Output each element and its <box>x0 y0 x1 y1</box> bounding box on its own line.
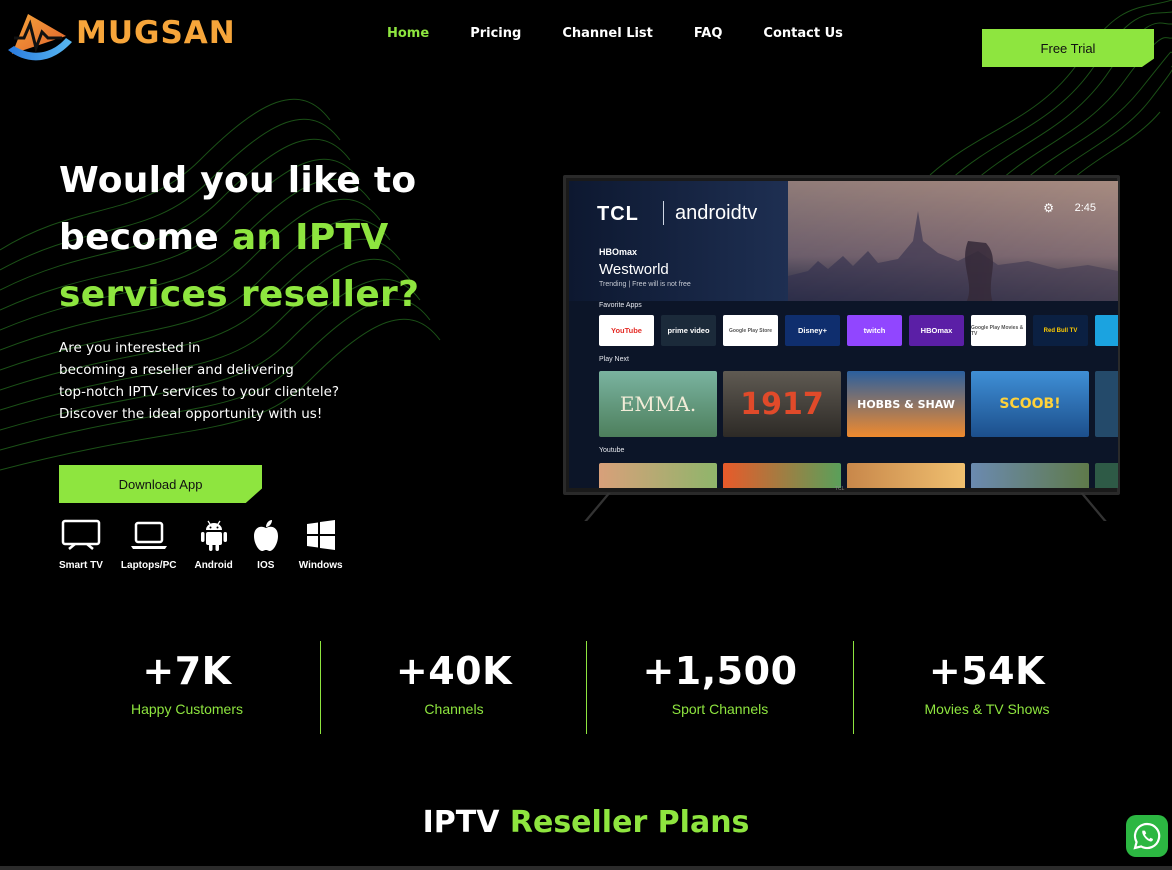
nav-contact-us[interactable]: Contact Us <box>763 26 842 41</box>
tv-section-youtube: Youtube <box>599 447 625 454</box>
tv-bezel-logo: TCL <box>835 486 845 492</box>
stat-label: Movies & TV Shows <box>924 701 1050 717</box>
app-disney-plus: Disney+ <box>785 315 840 346</box>
youtube-thumbnail <box>723 463 841 488</box>
apple-icon <box>253 520 278 551</box>
hero-title-line1: Would you like to <box>59 160 417 201</box>
plans-section-title: IPTV Reseller Plans <box>0 805 1172 840</box>
main-nav: Home Pricing Channel List FAQ Contact Us <box>387 26 884 41</box>
youtube-thumbnail <box>847 463 965 488</box>
youtube-thumbnail <box>599 463 717 488</box>
hero-desc-line: Are you interested in <box>59 340 201 356</box>
hero-desc-line: top-notch IPTV services to your clientel… <box>59 384 340 400</box>
app-youtube: YouTube <box>599 315 654 346</box>
whatsapp-icon <box>1133 822 1161 850</box>
hero-desc-line: Discover the ideal opportunity with us! <box>59 406 323 422</box>
tv-featured-service: HBOmax <box>599 247 638 257</box>
app-partial <box>1095 315 1118 346</box>
play-next-scoob: SCOOB! <box>971 371 1089 437</box>
tv-mockup: TCL androidtv ⚙ 2:45 HBOmax Westworld Tr… <box>563 175 1120 522</box>
hero-title-line2: become <box>59 217 232 258</box>
stat-label: Sport Channels <box>671 701 769 717</box>
stat-channels: +40K Channels <box>321 641 587 734</box>
page-bottom-border <box>0 866 1172 870</box>
tv-section-favorite-apps: Favorite Apps <box>599 302 642 309</box>
tv-divider <box>663 201 664 225</box>
app-hbomax: HBOmax <box>909 315 964 346</box>
platform-laptop: Laptops/PC <box>120 518 177 571</box>
tv-stand-right <box>1051 493 1107 521</box>
play-next-emma: EMMA. <box>599 371 717 437</box>
windows-icon <box>306 520 335 550</box>
nav-channel-list[interactable]: Channel List <box>562 26 653 41</box>
free-trial-button[interactable]: Free Trial <box>982 29 1154 67</box>
logo-mark-icon <box>8 14 72 61</box>
app-red-bull-tv: Red Bull TV <box>1033 315 1088 346</box>
tv-featured-subtitle: Trending | Free will is not free <box>599 281 691 288</box>
platform-label: Windows <box>298 560 343 571</box>
stat-label: Happy Customers <box>130 701 244 717</box>
brand-logo[interactable]: MUGSAN <box>6 6 236 64</box>
stat-label: Channels <box>424 701 484 717</box>
stat-value: +7K <box>142 649 232 693</box>
hero-title: Would you like to become an IPTV service… <box>59 152 529 323</box>
tv-clock: 2:45 <box>1074 202 1096 214</box>
tv-brand: TCL <box>597 203 639 225</box>
platform-android: Android <box>194 518 233 571</box>
play-next-1917: 1917 <box>723 371 841 437</box>
tv-section-play-next: Play Next <box>599 356 629 363</box>
app-prime-video: prime video <box>661 315 716 346</box>
platform-list: Smart TV Laptops/PC Android IOS Windows <box>59 518 361 571</box>
smart-tv-icon <box>61 519 101 550</box>
download-app-button[interactable]: Download App <box>59 465 262 503</box>
city-skyline-image <box>788 211 1118 306</box>
app-google-play-movies: Google Play Movies & TV <box>971 315 1026 346</box>
app-google-play: Google Play Store <box>723 315 778 346</box>
tv-screen: TCL androidtv ⚙ 2:45 HBOmax Westworld Tr… <box>569 181 1118 488</box>
laptop-icon <box>130 521 167 549</box>
gear-icon: ⚙ <box>1043 201 1054 215</box>
brand-name: MUGSAN <box>76 15 236 51</box>
nav-faq[interactable]: FAQ <box>694 26 723 41</box>
stat-sport-channels: +1,500 Sport Channels <box>587 641 853 734</box>
platform-ios: IOS <box>251 518 281 571</box>
youtube-thumbnail <box>971 463 1089 488</box>
tv-stand-left <box>584 493 640 521</box>
stat-value: +54K <box>928 649 1046 693</box>
plans-title-green: Reseller Plans <box>509 805 750 840</box>
tv-frame: TCL androidtv ⚙ 2:45 HBOmax Westworld Tr… <box>563 175 1120 495</box>
tv-os-label: androidtv <box>675 202 758 224</box>
nav-home[interactable]: Home <box>387 26 429 41</box>
stat-movies-tv-shows: +54K Movies & TV Shows <box>854 641 1120 734</box>
plans-title-white: IPTV <box>422 805 510 840</box>
android-icon <box>200 520 227 551</box>
stat-value: +1,500 <box>642 649 798 693</box>
platform-label: Laptops/PC <box>120 560 177 571</box>
stat-happy-customers: +7K Happy Customers <box>54 641 320 734</box>
hero-description: Are you interested in becoming a reselle… <box>59 337 399 425</box>
nav-pricing[interactable]: Pricing <box>470 26 521 41</box>
play-next-hobbs-shaw: HOBBS & SHAW <box>847 371 965 437</box>
youtube-thumbnail <box>1095 463 1118 488</box>
app-twitch: twitch <box>847 315 902 346</box>
hero-title-line2-highlight: an IPTV <box>231 217 389 258</box>
hero-title-line3-highlight: services reseller? <box>59 274 420 315</box>
platform-label: Smart TV <box>59 560 103 571</box>
play-next-partial <box>1095 371 1118 437</box>
tv-featured-title: Westworld <box>599 261 669 278</box>
platform-label: IOS <box>257 560 275 571</box>
platform-label: Android <box>194 560 233 571</box>
platform-smart-tv: Smart TV <box>59 518 103 571</box>
platform-windows: Windows <box>299 518 343 571</box>
whatsapp-chat-button[interactable] <box>1126 815 1168 857</box>
stat-value: +40K <box>395 649 513 693</box>
hero-desc-line: becoming a reseller and delivering <box>59 362 294 378</box>
tv-featured-image <box>788 181 1118 306</box>
